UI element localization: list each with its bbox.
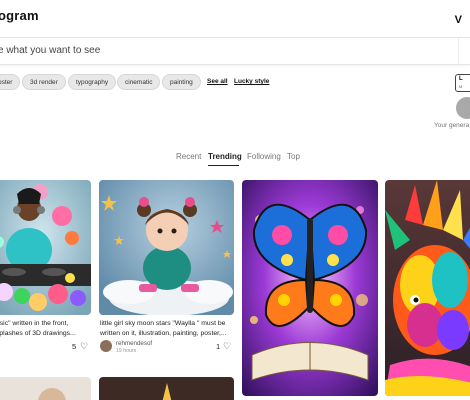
search-submit-area[interactable] <box>458 38 470 64</box>
chip-cinematic[interactable]: cinematic <box>117 74 161 90</box>
chip-painting[interactable]: painting <box>162 74 201 90</box>
like-count: 5 <box>72 342 77 351</box>
user-menu-initial[interactable]: V <box>455 14 462 26</box>
card-caption-line1: little girl sky moon stars "Waylla " mus… <box>100 320 226 327</box>
tab-top[interactable]: Top <box>287 151 300 163</box>
see-all-link[interactable]: See all <box>207 74 228 90</box>
gallery-image-moon-girl[interactable] <box>99 180 234 315</box>
gallery-image-dj[interactable] <box>0 180 91 315</box>
app-brand[interactable]: ogram <box>0 8 39 23</box>
gallery-image-butterfly[interactable] <box>242 180 378 396</box>
prompt-search-bar[interactable]: e what you want to see <box>0 37 470 65</box>
post-time: 19 hours <box>116 348 137 354</box>
heart-icon[interactable]: ♡ <box>80 342 88 351</box>
lucky-style-link[interactable]: Lucky style <box>234 74 269 90</box>
your-generations-label: Your genera <box>434 122 470 129</box>
chip-poster[interactable]: oster <box>0 74 21 90</box>
chip-typography[interactable]: typography <box>68 74 117 90</box>
card-caption-line2: splashes of 3D drawings... <box>0 330 76 337</box>
gallery-image-row2-1[interactable] <box>0 377 91 400</box>
user-avatar-icon[interactable] <box>456 97 470 119</box>
gallery-image-row2-2[interactable] <box>99 377 234 400</box>
gallery-image-color-splash[interactable] <box>385 180 470 396</box>
mode-button-line1: L <box>459 76 463 82</box>
tab-following[interactable]: Following <box>247 151 281 163</box>
chip-3d-render[interactable]: 3d render <box>22 74 66 90</box>
feed-tabs: Recent Trending Following Top <box>0 151 470 167</box>
author-name[interactable]: rehmendesof <box>116 340 152 347</box>
author-avatar[interactable] <box>100 340 112 352</box>
active-tab-indicator <box>208 165 239 166</box>
mode-button-line2: M <box>459 84 463 89</box>
card-caption-line2: written on it, illustration, painting, p… <box>100 330 227 337</box>
card-caption-line1: usic" written in the front, <box>0 320 69 327</box>
top-header: ogram V <box>0 0 470 36</box>
tab-trending[interactable]: Trending <box>208 151 242 163</box>
tab-recent[interactable]: Recent <box>176 151 201 163</box>
like-count: 1 <box>216 342 221 351</box>
heart-icon[interactable]: ♡ <box>223 342 231 351</box>
search-placeholder[interactable]: e what you want to see <box>0 45 100 56</box>
generate-mode-button[interactable]: L M <box>455 74 470 92</box>
